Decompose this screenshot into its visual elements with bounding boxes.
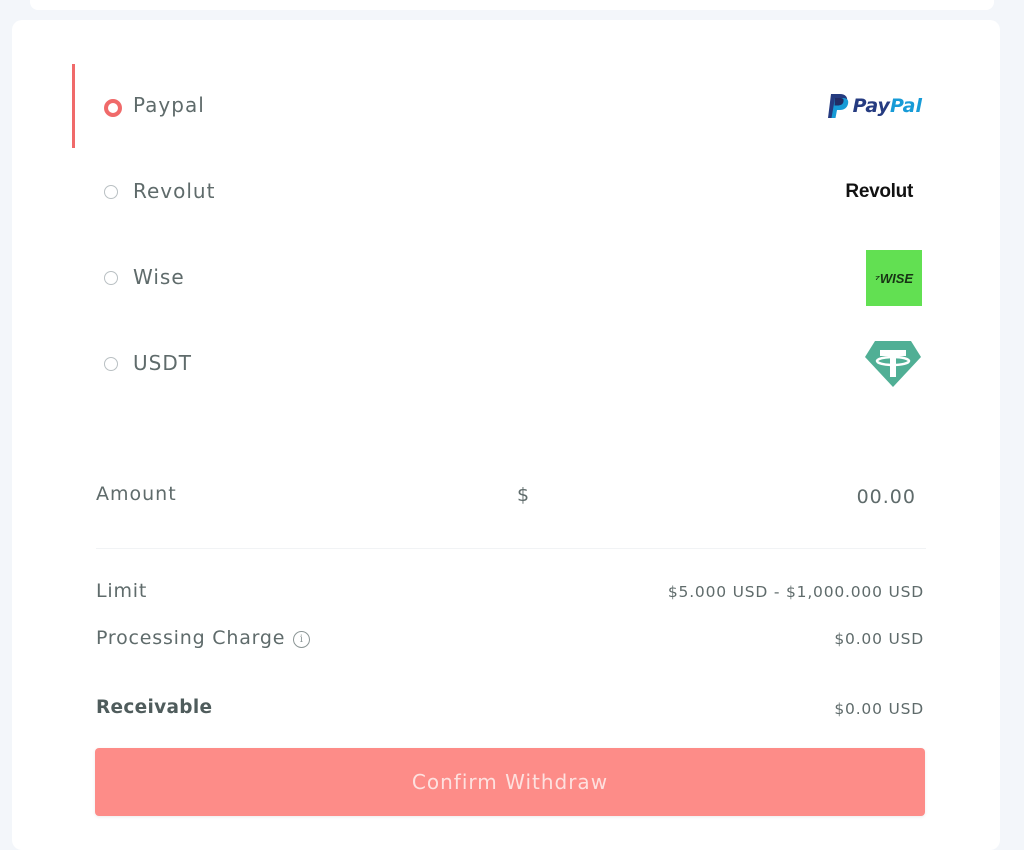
wise-wordmark: ⁷WISE [874,270,914,286]
processing-charge-value: $0.00 USD [834,630,924,648]
tether-logo [864,322,922,406]
wise-logo: ⁷WISE [866,236,922,320]
receivable-label: Receivable [96,697,213,718]
payment-method-label: Paypal [133,93,205,117]
revolut-wordmark: Revolut [845,181,913,202]
revolut-logo: Revolut [845,150,922,234]
currency-symbol: $ [517,484,530,506]
confirm-withdraw-button[interactable]: Confirm Withdraw [95,748,925,816]
limit-value: $5.000 USD - $1,000.000 USD [667,583,924,601]
radio-usdt[interactable] [104,357,118,371]
payment-method-revolut[interactable]: Revolut Revolut [72,150,942,234]
processing-charge-label: Processing Charge i [96,627,311,649]
amount-row: Amount $ [96,480,926,520]
info-icon[interactable]: i [293,631,311,648]
tether-icon [865,341,921,387]
wise-logo-badge: ⁷WISE [866,250,922,306]
amount-label: Amount [96,483,177,505]
paypal-wordmark: PayPal [852,95,922,117]
top-panel-edge [30,0,994,10]
receivable-value: $0.00 USD [834,700,924,718]
payment-method-usdt[interactable]: USDT [72,322,942,406]
paypal-logo: PayPal [827,64,922,148]
paypal-icon [827,94,848,118]
limit-label: Limit [96,580,148,602]
radio-wise[interactable] [104,271,118,285]
divider [96,548,926,549]
payment-method-label: Revolut [133,179,216,203]
payment-method-wise[interactable]: Wise ⁷WISE [72,236,942,320]
payment-method-label: USDT [133,351,192,375]
amount-input[interactable] [674,480,918,514]
limit-row: Limit $5.000 USD - $1,000.000 USD [96,580,926,608]
payment-method-paypal[interactable]: Paypal PayPal [72,64,942,148]
processing-charge-row: Processing Charge i $0.00 USD [96,627,926,655]
radio-revolut[interactable] [104,185,118,199]
receivable-row: Receivable $0.00 USD [96,697,926,725]
radio-paypal[interactable] [104,99,122,117]
payment-method-label: Wise [133,265,185,289]
